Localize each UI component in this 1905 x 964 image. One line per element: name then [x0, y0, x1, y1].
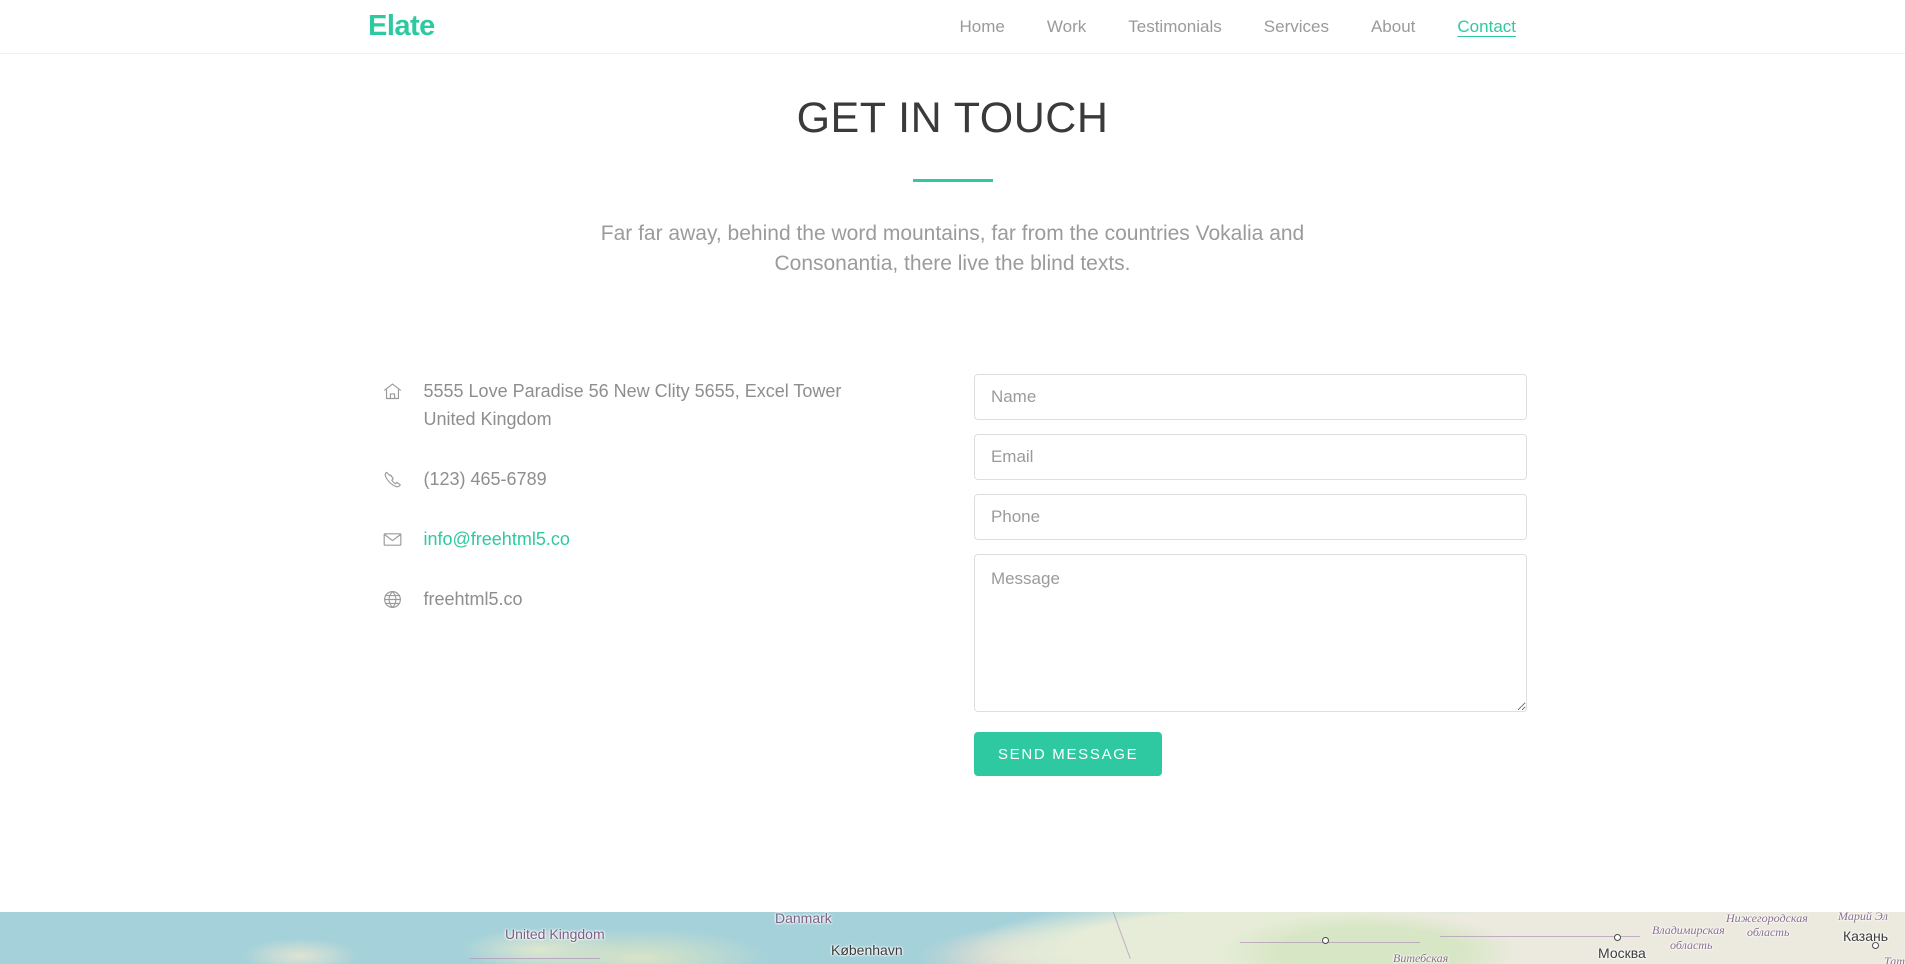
map-label-oblast-nizhny: область — [1747, 925, 1790, 939]
contact-info-website: freehtml5.co — [382, 586, 957, 614]
home-icon — [382, 378, 424, 402]
nav-item-testimonials[interactable]: Testimonials — [1107, 18, 1243, 35]
brand-logo[interactable]: Elate — [368, 12, 435, 41]
phone-icon — [382, 466, 424, 490]
contact-form-column: SEND MESSAGE — [957, 374, 1533, 777]
nav-item-about[interactable]: About — [1350, 18, 1436, 35]
main-navigation: Home Work Testimonials Services About Co… — [939, 18, 1537, 35]
website-text: freehtml5.co — [423, 589, 523, 610]
map-label-nizhegorodskaya: Нижегородская — [1726, 912, 1808, 925]
map-label-danmark: Danmark — [775, 912, 832, 926]
map-border-line — [1240, 942, 1420, 943]
nav-item-home[interactable]: Home — [939, 18, 1026, 35]
contact-info-column: 5555 Love Paradise 56 New Clity 5655, Ex… — [382, 374, 957, 776]
phone-input[interactable] — [973, 494, 1527, 541]
nav-item-contact[interactable]: Contact — [1436, 18, 1537, 35]
site-header: Elate Home Work Testimonials Services Ab… — [0, 0, 1905, 54]
map-border-line — [1440, 936, 1640, 937]
email-link[interactable]: info@freehtml5.co — [424, 526, 570, 554]
message-textarea[interactable] — [973, 554, 1527, 713]
map-label-vladimirskaya: Владимирская — [1652, 923, 1725, 937]
section-header: GET IN TOUCH Far far away, behind the wo… — [0, 54, 1905, 279]
map-label-mariy-el: Марий Эл — [1838, 912, 1888, 923]
map-label-oblast-vladimir: область — [1670, 938, 1713, 952]
phone-text: (123) 465-6789 — [423, 469, 547, 490]
section-subtitle: Far far away, behind the word mountains,… — [600, 221, 1305, 276]
page-title: GET IN TOUCH — [796, 94, 1109, 142]
address-text: 5555 Love Paradise 56 New Clity 5655, Ex… — [423, 381, 842, 430]
contact-info-email: info@freehtml5.co — [382, 526, 957, 554]
map-label-kobenhavn: København — [831, 942, 903, 958]
map-label-tat: Тат — [1884, 954, 1905, 964]
nav-item-services[interactable]: Services — [1243, 18, 1350, 35]
map-city-marker — [1614, 934, 1621, 941]
nav-item-work[interactable]: Work — [1026, 18, 1107, 35]
map-city-marker — [1322, 937, 1329, 944]
map-label-united-kingdom: United Kingdom — [505, 926, 605, 942]
contact-content: 5555 Love Paradise 56 New Clity 5655, Ex… — [373, 374, 1533, 777]
map-label-vitebskaya: Витебская — [1393, 951, 1449, 964]
map-label-kazan: Казань — [1843, 928, 1889, 944]
location-map[interactable]: United Kingdom Danmark København Витебск… — [0, 912, 1905, 964]
envelope-icon — [382, 526, 424, 550]
send-message-button[interactable]: SEND MESSAGE — [973, 732, 1163, 777]
title-divider — [912, 178, 993, 182]
globe-icon — [382, 586, 424, 610]
map-label-moskva: Москва — [1598, 945, 1646, 961]
contact-info-phone: (123) 465-6789 — [382, 466, 957, 494]
email-input[interactable] — [973, 434, 1527, 481]
name-input[interactable] — [973, 374, 1527, 421]
contact-info-address: 5555 Love Paradise 56 New Clity 5655, Ex… — [382, 378, 957, 434]
map-border-line — [470, 958, 600, 959]
contact-form: SEND MESSAGE — [973, 374, 1533, 777]
